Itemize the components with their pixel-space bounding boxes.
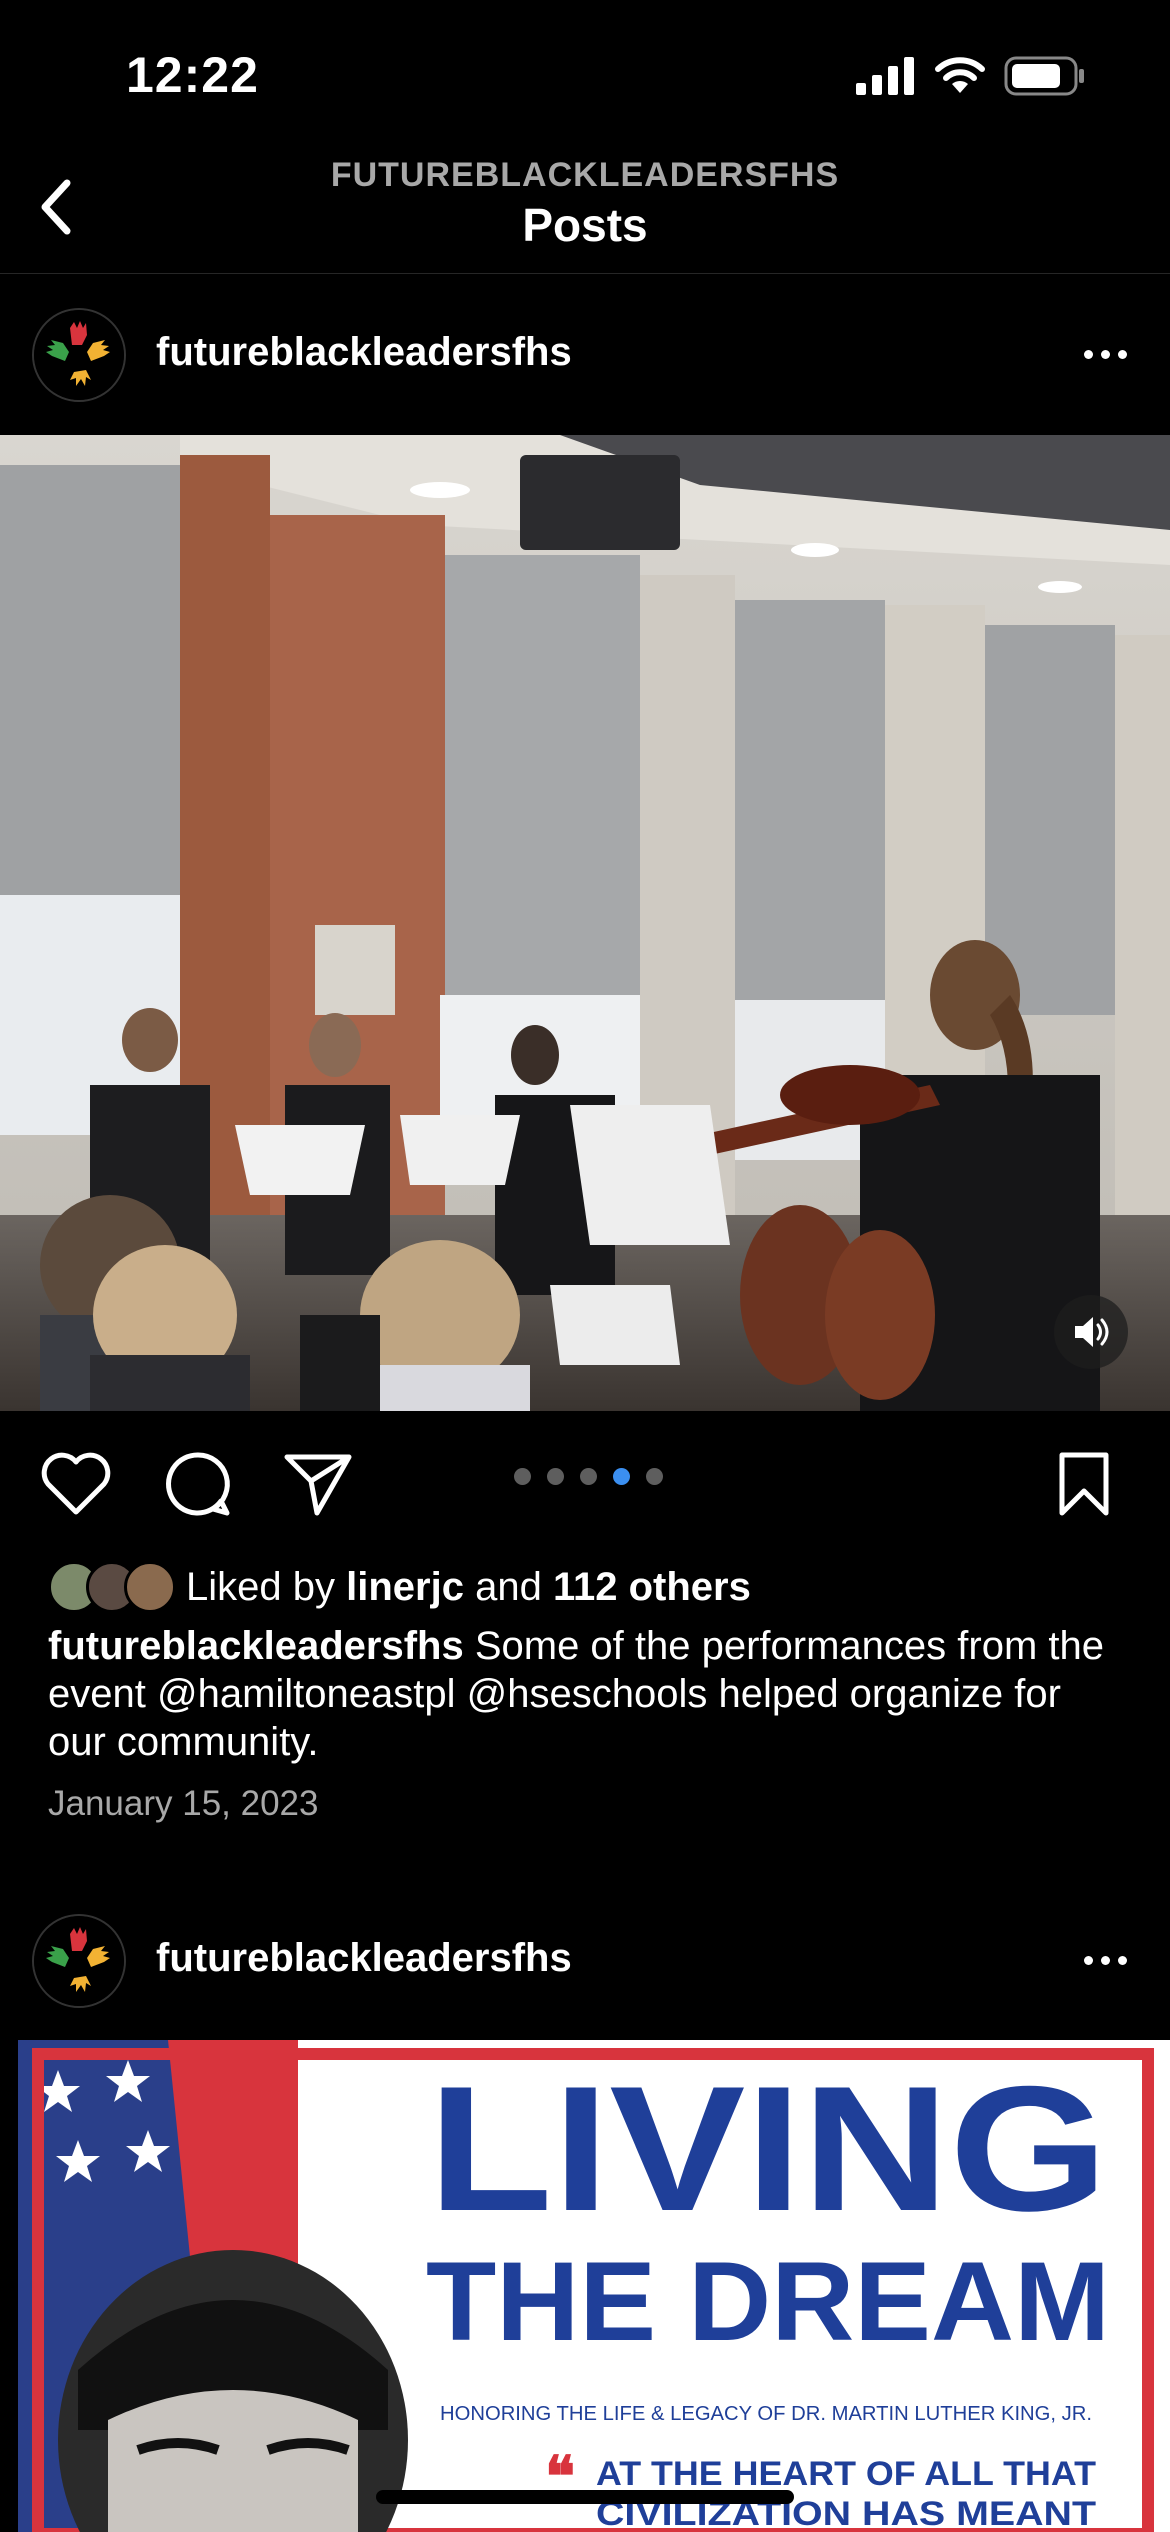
post-actions — [0, 1430, 1170, 1540]
nav-account-name: FUTUREBLACKLEADERSFHS — [330, 156, 840, 194]
post-username[interactable]: futureblackleadersfhs — [156, 1936, 572, 1981]
carousel-dot-active — [613, 1468, 630, 1485]
post-media-image[interactable]: LIVING THE DREAM HONORING THE LIFE & LEG… — [18, 2040, 1170, 2532]
sound-on-icon — [1075, 1317, 1109, 1347]
home-indicator[interactable] — [376, 2490, 794, 2504]
mlk-poster-image: LIVING THE DREAM HONORING THE LIFE & LEG… — [18, 2040, 1170, 2532]
likes-middle: and — [475, 1564, 542, 1609]
status-icons — [856, 56, 1086, 96]
liker-username[interactable]: linerjc — [346, 1565, 464, 1609]
bookmark-icon — [1059, 1452, 1109, 1516]
carousel-indicator — [514, 1468, 663, 1485]
like-button[interactable] — [36, 1444, 116, 1524]
heart-icon — [41, 1452, 111, 1515]
poster-title-line1: LIVING — [428, 2049, 1108, 2248]
post-date: January 15, 2023 — [48, 1784, 319, 1823]
likes-text: Liked by linerjc and 112 others — [186, 1565, 751, 1610]
likes-summary[interactable]: Liked by linerjc and 112 others — [48, 1556, 751, 1618]
likes-others-link[interactable]: 112 others — [553, 1565, 751, 1609]
post-caption: futureblackleadersfhs Some of the perfor… — [48, 1622, 1128, 1766]
share-icon — [284, 1454, 352, 1516]
post-media-video[interactable] — [0, 435, 1170, 1411]
sound-toggle-button[interactable] — [1054, 1295, 1128, 1369]
hands-logo-icon — [34, 310, 124, 400]
hands-logo-icon — [34, 1916, 124, 2006]
status-bar: 12:22 — [0, 0, 1170, 150]
poster-title-line2: THE DREAM — [426, 2239, 1110, 2364]
caption-username[interactable]: futureblackleadersfhs — [48, 1624, 464, 1668]
comment-icon — [166, 1452, 230, 1516]
post-header: futureblackleadersfhs — [0, 304, 1170, 404]
save-button[interactable] — [1044, 1444, 1124, 1524]
carousel-dot — [646, 1468, 663, 1485]
orchestra-scene-image — [0, 435, 1170, 1411]
wifi-icon — [935, 57, 985, 93]
avatar — [124, 1561, 176, 1613]
battery-icon — [1004, 56, 1084, 96]
signal-icon — [856, 57, 914, 95]
status-time: 12:22 — [126, 47, 259, 103]
liker-avatars — [48, 1561, 176, 1613]
likes-prefix: Liked by — [186, 1564, 335, 1609]
carousel-dot — [580, 1468, 597, 1485]
carousel-dot — [547, 1468, 564, 1485]
page-title: Posts — [522, 199, 648, 251]
share-button[interactable] — [278, 1444, 358, 1524]
more-icon — [1083, 1955, 1093, 1965]
more-options-button[interactable] — [1070, 324, 1140, 384]
more-options-button[interactable] — [1070, 1930, 1140, 1990]
post-header: futureblackleadersfhs — [0, 1910, 1170, 2010]
comment-button[interactable] — [158, 1444, 238, 1524]
more-icon — [1083, 349, 1093, 359]
avatar[interactable] — [32, 1914, 126, 2008]
nav-header: FUTUREBLACKLEADERSFHS Posts — [0, 150, 1170, 274]
poster-subtitle: HONORING THE LIFE & LEGACY OF DR. MARTIN… — [440, 2403, 1092, 2425]
avatar[interactable] — [32, 308, 126, 402]
poster-quote-line1: AT THE HEART OF ALL THAT — [596, 2455, 1096, 2493]
post-username[interactable]: futureblackleadersfhs — [156, 330, 572, 375]
carousel-dot — [514, 1468, 531, 1485]
